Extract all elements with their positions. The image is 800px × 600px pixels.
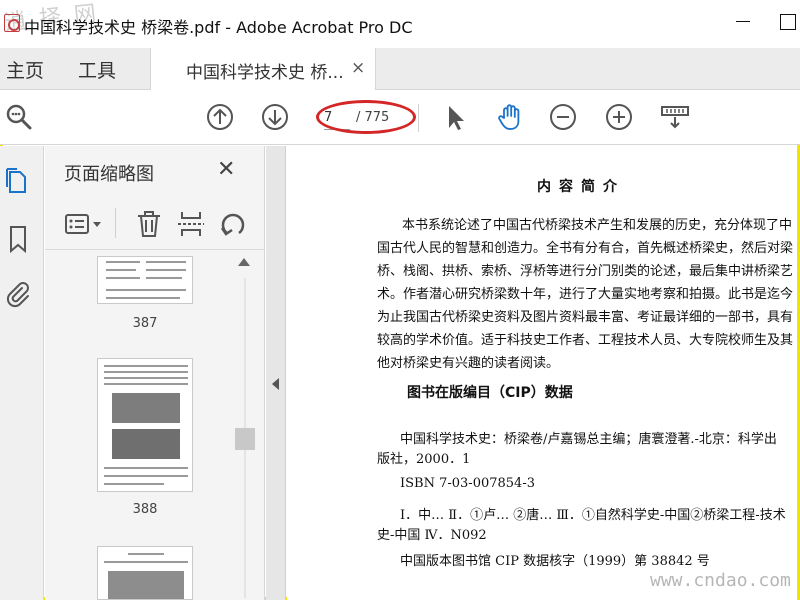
page-down-icon[interactable] — [260, 102, 290, 132]
watermark-bottom: www.cndao.com — [650, 570, 791, 591]
thumbnail-toolbar-divider — [115, 208, 116, 238]
tab-bar: 主页 工具 中国科学技术史 桥... × — [0, 48, 800, 91]
thumbnail-toolbar — [45, 202, 265, 250]
search-icon[interactable] — [4, 102, 34, 132]
page-up-icon[interactable] — [205, 102, 235, 132]
isbn-line: ISBN 7-03-007854-3 — [400, 476, 535, 491]
document-text-line: Ⅰ．中… Ⅱ．①卢… ②唐… Ⅲ．①自然科学史-中国②桥梁工程-技术 — [400, 508, 786, 523]
thumbnail-scrollbar[interactable] — [235, 258, 255, 600]
document-text-line: 国古代人民的智慧和创造力。全书有分有合，首先概述桥梁史，然后对梁 — [377, 241, 794, 256]
bookmark-icon[interactable] — [4, 224, 32, 254]
thumbnail-text-line — [104, 475, 188, 477]
tab-document-label: 中国科学技术史 桥... — [186, 63, 344, 83]
document-text-line: 较高的学术价值。适于科技史工作者、工程技术人员、大专院校师生及其 — [377, 333, 794, 348]
cip-heading: 图书在版编目（CIP）数据 — [407, 385, 573, 401]
document-text-line: 史-中国 Ⅳ．N092 — [377, 528, 487, 543]
rotate-page-icon[interactable] — [217, 208, 249, 240]
thumbnail-photo — [108, 571, 184, 599]
thumbnail-text-line — [146, 261, 186, 263]
document-text-line: 他对桥梁史有兴趣的读者阅读。 — [377, 356, 560, 371]
document-text-line: 本书系统论述了中国古代桥梁技术产生和发展的历史，充分体现了中 — [402, 218, 793, 233]
thumbnail-text-line — [104, 483, 164, 485]
page-thumbnail[interactable] — [97, 546, 193, 600]
thumbnail-text-line — [104, 467, 188, 469]
delete-page-icon[interactable] — [133, 208, 165, 240]
page-thumbnails-icon[interactable] — [4, 166, 32, 196]
thumbnail-text-line — [106, 277, 140, 279]
extract-page-icon[interactable] — [175, 208, 207, 240]
hand-icon[interactable] — [495, 102, 525, 132]
page-number-highlight-annotation — [316, 100, 416, 134]
scrollbar-thumb[interactable] — [235, 428, 255, 450]
thumbnail-photo — [112, 393, 180, 423]
thumbnail-options-icon[interactable] — [63, 208, 107, 240]
more-tools-icon[interactable] — [660, 102, 690, 132]
zoom-out-icon[interactable] — [548, 102, 578, 132]
attachment-icon[interactable] — [4, 280, 32, 310]
page-thumbnail[interactable] — [97, 358, 193, 492]
tab-tools[interactable]: 工具 — [78, 56, 116, 83]
minimize-button[interactable] — [728, 10, 758, 34]
collapse-arrow-icon[interactable] — [272, 378, 279, 390]
panel-splitter[interactable] — [266, 146, 286, 600]
tab-home[interactable]: 主页 — [6, 56, 44, 83]
thumbnail-text-line — [106, 297, 180, 299]
left-navigation-rail — [0, 146, 44, 600]
select-arrow-icon[interactable] — [440, 102, 470, 132]
panel-close-button[interactable]: ✕ — [217, 157, 235, 182]
maximize-button[interactable] — [768, 10, 798, 34]
thumbnail-text-line — [106, 289, 186, 291]
title-bar: 逍 择 网 中国科学技术史 桥梁卷.pdf - Adobe Acrobat Pr… — [0, 0, 800, 48]
cip-number-line: 中国版本图书馆 CIP 数据核字（1999）第 38842 号 — [400, 554, 710, 569]
toolbar-divider — [418, 104, 419, 132]
thumbnail-photo — [112, 429, 180, 459]
zoom-in-icon[interactable] — [604, 102, 634, 132]
page-thumbnail[interactable] — [97, 256, 193, 304]
tab-document[interactable]: 中国科学技术史 桥... × — [150, 48, 376, 91]
thumbnail-text-line — [146, 277, 182, 279]
document-view[interactable]: 内容简介 本书系统论述了中国古代桥梁技术产生和发展的历史，充分体现了中 国古代人… — [287, 146, 797, 600]
thumbnail-text-line — [104, 371, 188, 373]
window-title: 中国科学技术史 桥梁卷.pdf - Adobe Acrobat Pro DC — [24, 18, 413, 37]
document-text-line: 为止我国古代桥梁史资料及图片资料最丰富、考证最详细的一部书，具有 — [377, 310, 794, 325]
thumbnail-page-number: 387 — [132, 316, 158, 331]
thumbnail-text-line — [104, 377, 188, 379]
scroll-up-arrow-icon[interactable] — [238, 258, 250, 266]
panel-title: 页面缩略图 — [64, 164, 154, 185]
document-text-line: 中国科学技术史：桥梁卷/卢嘉锡总主编；唐寰澄著.-北京：科学出 — [400, 432, 777, 447]
thumbnail-text-line — [128, 553, 164, 555]
thumbnail-text-line — [104, 365, 188, 367]
document-text-line: 版社，2000．1 — [377, 452, 471, 467]
page-thumbnails-panel: 页面缩略图 ✕ 387 388 — [45, 146, 265, 600]
document-heading: 内容简介 — [537, 179, 625, 195]
thumbnail-page-number: 388 — [132, 502, 158, 517]
thumbnail-text-line — [106, 261, 140, 263]
document-text-line: 术。作者潜心研究桥梁数十年，进行了大量实地考察和拍摄。此书是迄今 — [377, 287, 794, 302]
thumbnail-text-line — [104, 561, 188, 563]
document-text-line: 桥、栈阁、拱桥、索桥、浮桥等进行分门别类的论述，最后集中讲桥梁艺 — [377, 264, 794, 279]
thumbnail-text-line — [106, 269, 136, 271]
tab-close-button[interactable]: × — [351, 58, 365, 78]
thumbnail-text-line — [146, 269, 186, 271]
thumbnail-text-line — [104, 383, 188, 385]
